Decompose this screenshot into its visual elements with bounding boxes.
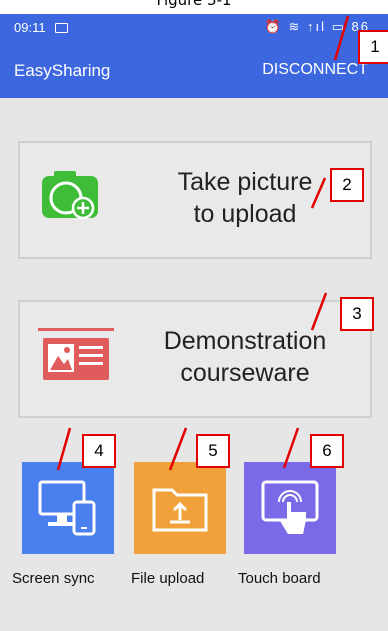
callout-4: 4 (82, 434, 116, 468)
callout-3: 3 (340, 297, 374, 331)
callout-6: 6 (310, 434, 344, 468)
callout-leader-lines (56, 15, 350, 471)
callout-2: 2 (330, 168, 364, 202)
callout-1: 1 (358, 30, 388, 64)
callout-5: 5 (196, 434, 230, 468)
